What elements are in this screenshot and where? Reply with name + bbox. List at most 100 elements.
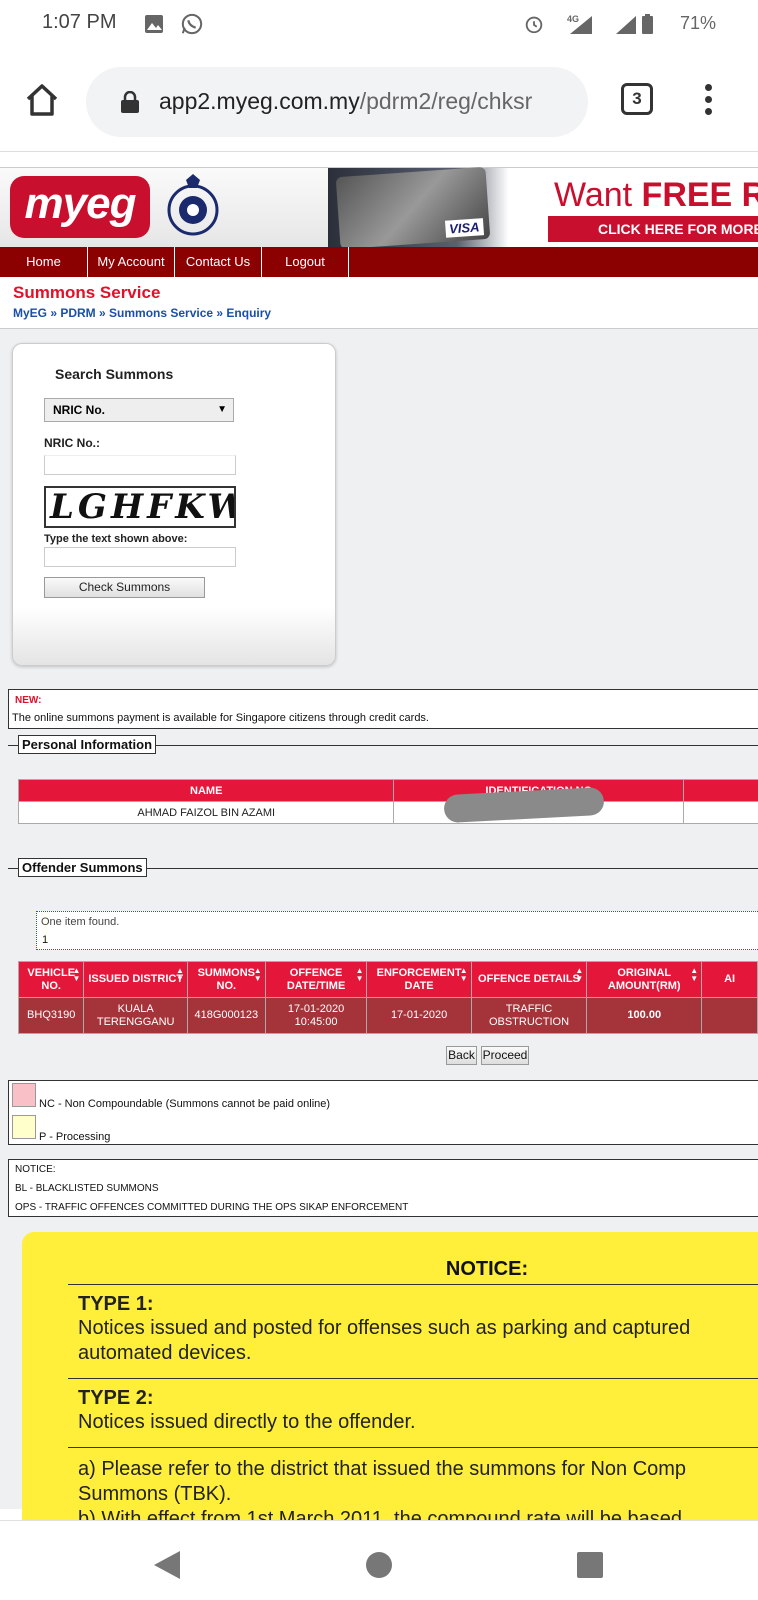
search-title: Search Summons [55,366,174,382]
more-menu-icon[interactable] [703,84,713,118]
table-row[interactable]: BHQ3190 KUALA TERENGGANU 418G000123 17-0… [17,997,758,1034]
nc-legend-text: NC - Non Compoundable (Summons cannot be… [39,1098,331,1110]
divider [68,1284,758,1285]
main-nav: Home My Account Contact Us Logout [0,247,758,277]
back-icon[interactable] [154,1551,180,1579]
type2-line1: Notices issued directly to the offender. [78,1411,416,1433]
site-header: myeg VISA Want FREE R CLICK HERE FOR MOR… [0,166,758,250]
col-summons-no-label: SUMMONS NO. [197,966,256,992]
type2-title-text: TYPE 2: [78,1387,154,1409]
breadcrumb[interactable]: MyEG » PDRM » Summons Service » Enquiry [13,306,271,320]
url-host: app2.myeg.com.my [159,88,360,114]
whatsapp-icon [181,13,203,35]
id-type-value: NRIC No. [53,403,105,417]
type1-line2: automated devices. [78,1342,252,1364]
results-count: One item found. [41,916,120,928]
offender-summons-legend: Offender Summons [18,858,147,877]
tab-switcher-button[interactable]: 3 [621,83,653,115]
home-button-icon[interactable] [366,1552,392,1578]
id-type-select[interactable]: NRIC No. ▼ [44,398,234,422]
col-extra [683,779,758,802]
note-a-line2: Summons (TBK). [78,1483,232,1505]
nav-home[interactable]: Home [0,247,88,277]
abbreviation-notice: NOTICE: BL - BLACKLISTED SUMMONS OPS - T… [8,1159,758,1217]
summons-table: VEHICLE NO. ▲ ▼ ISSUED DISTRICT ▲ ▼ SUMMONS … [17,961,758,1034]
battery-level: 71% [680,13,717,33]
recents-icon[interactable] [577,1552,603,1578]
home-icon[interactable] [24,82,60,118]
nav-my-account[interactable]: My Account [88,247,175,277]
myeg-logo[interactable]: myeg [10,176,150,238]
address-bar[interactable]: app2.myeg.com.my/pdrm2/reg/chksr [86,67,588,137]
cell-original-amount: 100.00 [586,997,703,1034]
p-legend-text: P - Processing [39,1131,111,1143]
cell-issued-district: KUALA TERENGGANU [83,997,188,1034]
yellow-notice-title: NOTICE: [445,1258,529,1280]
col-original-amount[interactable]: ORIGINAL AMOUNT(RM) ▲ ▼ [586,961,703,998]
new-text: The online summons payment is available … [12,712,429,724]
new-notice: NEW: The online summons payment is avail… [8,689,758,729]
visa-logo: VISA [444,218,485,238]
col-ai[interactable]: AI [701,961,758,998]
type2-title: TYPE 2: [78,1386,154,1411]
url-path: /pdrm2/reg/chksr [359,88,533,114]
pagination-page[interactable]: 1 [42,934,48,946]
url-text: app2.myeg.com.my/pdrm2/reg/chksr [159,88,532,115]
results-info: One item found. 1 [36,911,758,950]
nav-logout[interactable]: Logout [262,247,349,277]
page-title: Summons Service [13,283,161,302]
col-summons-no[interactable]: SUMMONS NO. ▲ ▼ [186,961,266,998]
sort-icon: ▲ ▼ [690,966,699,983]
check-summons-button[interactable]: Check Summons [44,577,205,598]
sort-icon: ▲ ▼ [176,966,184,983]
sort-icon: ▲ ▼ [459,966,468,983]
type1-line1: Notices issued and posted for offenses s… [78,1317,691,1339]
system-nav-bar [0,1520,758,1600]
captcha-label: Type the text shown above: [44,533,188,545]
nav-contact-us[interactable]: Contact Us [175,247,262,277]
type1-title-text: TYPE 1: [78,1293,154,1315]
back-button[interactable]: Back [446,1046,477,1065]
col-name: NAME [17,779,395,802]
col-offence-details[interactable]: OFFENCE DETAILS ▲ ▼ [470,961,588,998]
cell-ai [701,997,758,1034]
col-vehicle-no-label: VEHICLE NO. [27,966,76,992]
signal-4g-icon: 4G [567,14,592,34]
screen: 1:07 PM 4G 71% app2.myeg.com.my/pdrm2/re… [0,0,758,1600]
lock-icon [121,91,139,113]
personal-info-legend: Personal Information [18,735,157,754]
notice-ops: OPS - TRAFFIC OFFENCES COMMITTED DURING … [15,1202,409,1213]
notice-bl: BL - BLACKLISTED SUMMONS [15,1183,159,1194]
status-time: 1:07 PM [42,11,117,33]
sort-icon: ▲ ▼ [72,966,81,983]
col-offence-datetime[interactable]: OFFENCE DATE/TIME ▲ ▼ [264,961,368,998]
col-issued-district-label: ISSUED DISTRICT [88,973,184,985]
cell-vehicle-no: BHQ3190 [17,997,85,1034]
cell-enforcement-date: 17-01-2020 [366,997,472,1034]
sort-icon: ▲ ▼ [355,966,364,983]
col-issued-district[interactable]: ISSUED DISTRICT ▲ ▼ [83,961,188,998]
status-legend: NC - Non Compoundable (Summons cannot be… [8,1080,758,1145]
search-panel: Search Summons NRIC No. ▼ NRIC No.: LGHFK… [12,343,336,666]
cell-name: AHMAD FAIZOL BIN AZAMI [17,801,395,824]
cell-offence-datetime: 17-01-2020 10:45:00 [264,997,368,1034]
table-row: AHMAD FAIZOL BIN AZAMI [17,801,758,824]
proceed-button[interactable]: Proceed [481,1046,529,1065]
promo-banner[interactable]: VISA Want FREE R CLICK HERE FOR MORE [328,166,758,250]
sort-icon: ▲ ▼ [575,966,584,983]
captcha-input[interactable] [44,547,236,567]
captcha-image: LGHFKW [44,486,236,528]
col-enforcement-date[interactable]: ENFORCEMENT DATE ▲ ▼ [366,961,472,998]
pdrm-crest-icon [167,174,219,236]
col-original-amount-label: ORIGINAL AMOUNT(RM) [607,966,681,992]
nric-input[interactable] [44,455,236,475]
col-vehicle-no[interactable]: VEHICLE NO. ▲ ▼ [17,961,85,998]
browser-toolbar: app2.myeg.com.my/pdrm2/reg/chksr 3 [0,48,758,152]
banner-cta[interactable]: CLICK HERE FOR MORE [548,216,758,242]
col-enforcement-date-label: ENFORCEMENT DATE [376,966,462,992]
banner-headline-prefix: Want [554,176,642,214]
divider [68,1378,758,1379]
cell-offence-details: TRAFFIC OBSTRUCTION [470,997,588,1034]
sort-icon: ▲ ▼ [253,966,262,983]
cell-extra [683,801,758,824]
